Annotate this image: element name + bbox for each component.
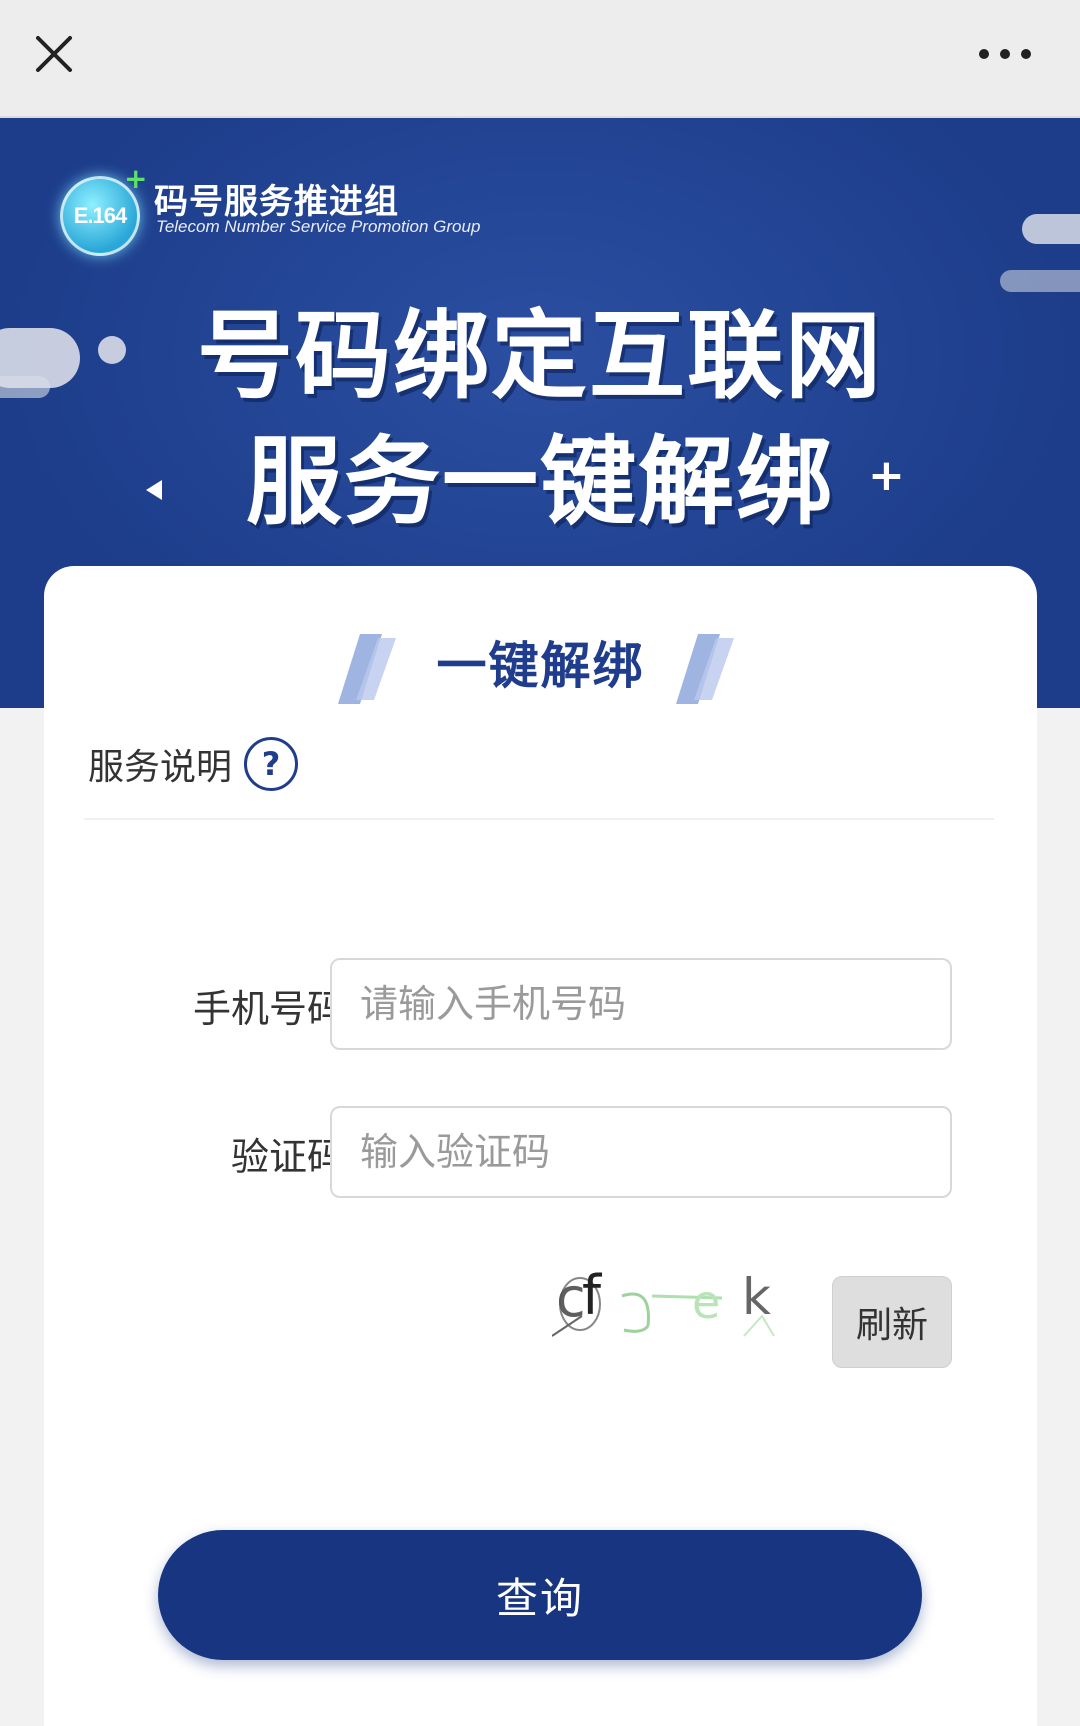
help-question-icon[interactable]: ?	[244, 737, 299, 791]
svg-text:f: f	[582, 1264, 603, 1327]
captcha-image[interactable]: c f e k	[551, 1256, 782, 1346]
banner-plus-mark: +	[868, 450, 905, 501]
title-stripe-decor	[676, 634, 734, 704]
logo-plus-icon: +	[124, 162, 148, 195]
banner-headline-line1: 号码绑定互联网	[197, 300, 883, 412]
decor-cloud	[1022, 214, 1080, 244]
card-title-area: 一键解绑	[44, 626, 1037, 706]
close-icon[interactable]	[22, 22, 86, 86]
decor-triangle	[146, 480, 162, 500]
org-name-en: Telecom Number Service Promotion Group	[156, 217, 481, 236]
svg-text:k: k	[742, 1268, 771, 1326]
verification-code-input[interactable]	[330, 1106, 952, 1198]
service-description-label: 服务说明	[88, 747, 233, 788]
logo-text: E.164	[73, 203, 127, 228]
unbind-form-card: 一键解绑 服务说明 ? 手机号码 验证码 c f e k 刷新 查询	[44, 566, 1037, 1726]
divider	[84, 818, 994, 820]
banner-headline-line2: 服务一键解绑	[246, 426, 834, 538]
service-description-row[interactable]: 服务说明 ?	[88, 734, 299, 794]
verification-code-label: 验证码	[230, 1135, 345, 1179]
top-navigation-bar	[0, 0, 1080, 118]
phone-number-input[interactable]	[330, 958, 952, 1050]
svg-text:e: e	[692, 1275, 720, 1329]
refresh-captcha-button[interactable]: 刷新	[832, 1276, 952, 1368]
card-title: 一键解绑	[436, 637, 645, 695]
query-button[interactable]: 查询	[158, 1530, 922, 1660]
phone-number-label: 手机号码	[192, 987, 345, 1031]
org-name: 码号服务推进组	[154, 182, 399, 222]
more-horizontal-icon[interactable]	[970, 28, 1040, 80]
